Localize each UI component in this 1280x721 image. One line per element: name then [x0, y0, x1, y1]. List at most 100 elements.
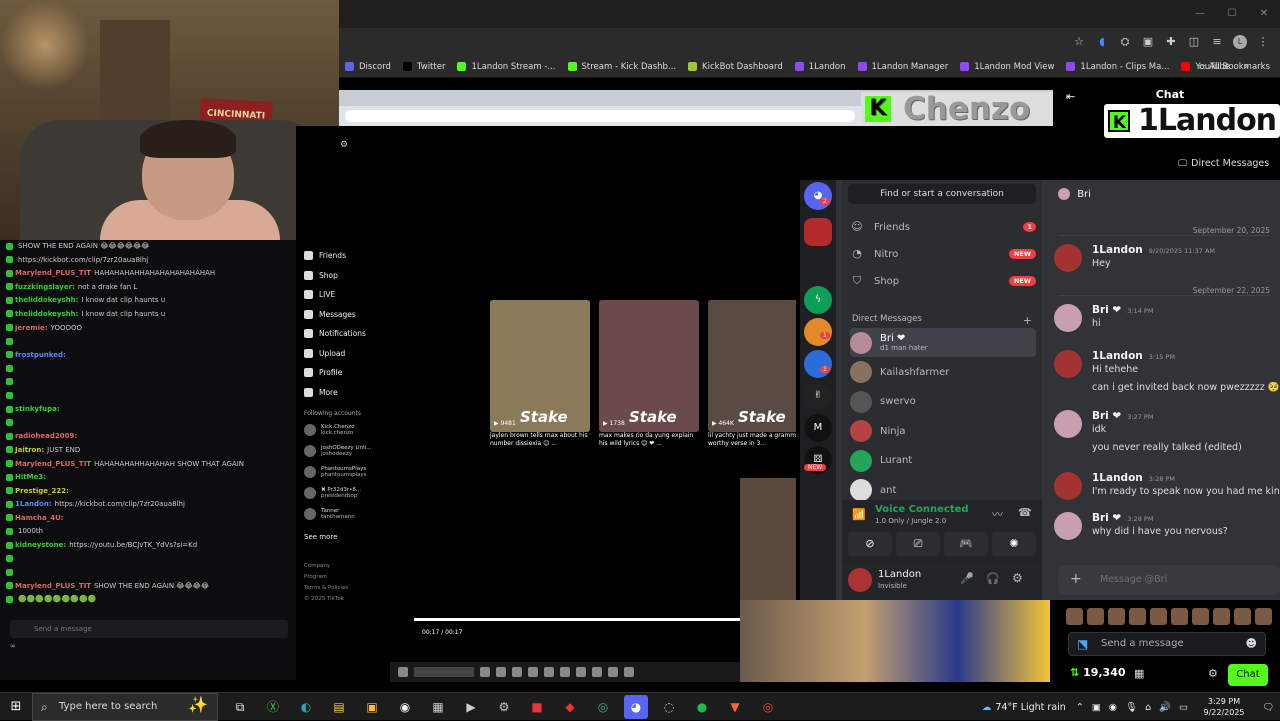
kick-send-message-input[interactable]: ⬔ Send a message ☻ — [1068, 632, 1266, 656]
dm-nav-shop[interactable]: ⛉ Shop NEW — [850, 268, 1036, 294]
voice-channel[interactable]: 1.0 Only / Jungle 2.0 — [875, 517, 946, 525]
dm-nav-friends[interactable]: ☺ Friends 1 — [850, 214, 1036, 240]
message-author[interactable]: Bri ❤ 3:14 PM — [1092, 304, 1153, 316]
calculator-icon[interactable]: ▦ — [426, 695, 450, 719]
message-avatar[interactable] — [1054, 512, 1082, 540]
app-icon[interactable]: ■ — [525, 695, 549, 719]
emote[interactable] — [1213, 607, 1230, 625]
attach-plus-icon[interactable]: + — [1070, 571, 1082, 587]
edge-icon[interactable]: ◐ — [294, 695, 318, 719]
tiktok-nav-upload[interactable]: Upload — [304, 344, 414, 364]
headphones-icon[interactable]: 🎧 — [986, 572, 1000, 585]
video-card[interactable]: Stake ▶ 464K lil yachty just made a grammy… — [708, 300, 796, 450]
mic-icon[interactable]: 🎤 — [960, 572, 974, 585]
following-account[interactable]: Kick.Chenzo kick.chenzo — [304, 424, 414, 445]
following-account[interactable]: JoshODeezy Unli... joshodeezy — [304, 445, 414, 466]
app-icon[interactable]: ▣ — [360, 695, 384, 719]
emote[interactable] — [1255, 607, 1272, 625]
tiktok-nav-shop[interactable]: Shop — [304, 266, 414, 286]
chat-settings-icon[interactable]: ⚙ — [1208, 667, 1218, 680]
stream-chat-input[interactable]: Send a message — [10, 620, 288, 638]
spotify-icon[interactable]: ● — [690, 695, 714, 719]
dm-item[interactable]: Ninja — [850, 417, 1036, 446]
extension-icon[interactable]: ▣ — [1141, 35, 1155, 49]
message-input[interactable]: Message @Bri — [1058, 565, 1280, 595]
video-thumbnail[interactable]: Stake ▶ 9481 — [490, 300, 590, 432]
video-card[interactable]: Stake ▶ 1738 max makes rio da yung explain… — [599, 300, 699, 450]
footer-link[interactable]: Terms & Policies — [304, 583, 414, 594]
copilot-sparkle-icon[interactable]: ✨ — [188, 695, 208, 714]
video-card[interactable]: Stake ▶ 9481 jaylen brown tells max about … — [490, 300, 590, 450]
activity-icon[interactable]: 🎮 — [944, 532, 988, 556]
clock[interactable]: 3:29 PM 9/22/2025 — [1192, 696, 1256, 718]
tiktok-nav-friends[interactable]: Friends — [304, 246, 414, 266]
dm-item[interactable]: Kailashfarmer — [850, 358, 1036, 387]
screen-share-icon[interactable]: ⎚ — [896, 532, 940, 556]
footer-link[interactable]: © 2025 TikTok — [304, 594, 414, 605]
message-author[interactable]: 1Landon 3:15 PM — [1092, 350, 1175, 362]
bookmark-item[interactable]: 1Landon Mod View — [960, 62, 1054, 72]
bookmark-item[interactable]: 1Landon - Clips Ma... — [1066, 62, 1169, 72]
dm-nav-nitro[interactable]: ◔ Nitro NEW — [850, 241, 1036, 267]
weather-label[interactable]: 74°F Light rain — [995, 702, 1065, 713]
bookmark-item[interactable]: KickBot Dashboard — [688, 62, 783, 72]
server-icon[interactable] — [804, 350, 832, 378]
footer-link[interactable]: Company — [304, 561, 414, 572]
message-author[interactable]: 1Landon 3:28 PM — [1092, 472, 1175, 484]
all-bookmarks-button[interactable]: ▭ All Bookmarks — [1199, 56, 1270, 78]
bookmark-item[interactable]: Twitter — [402, 62, 445, 72]
chrome-icon[interactable]: ◎ — [756, 695, 780, 719]
video-progress-bar[interactable] — [414, 618, 740, 621]
obs-icon[interactable]: ◉ — [393, 695, 417, 719]
message-author[interactable]: 1Landon 9/20/2025 11:37 AM — [1092, 244, 1215, 256]
bookmark-item[interactable]: 1Landon Manager — [857, 62, 948, 72]
notification-icon[interactable]: 🗨 — [1256, 702, 1280, 713]
message-avatar[interactable] — [1054, 472, 1082, 500]
server-icon[interactable]: ϟ — [804, 286, 832, 314]
network-icon[interactable]: ⌂ — [1145, 702, 1151, 713]
bookmark-item[interactable]: Stream - Kick Dashb... — [567, 62, 676, 72]
emote[interactable] — [1087, 607, 1104, 625]
following-account[interactable]: PhantoumsPlays phantoumsplays — [304, 466, 414, 487]
dm-item[interactable]: Lurant — [850, 446, 1036, 475]
chrome-icon[interactable]: ◎ — [591, 695, 615, 719]
emote[interactable] — [1129, 607, 1146, 625]
camera-off-icon[interactable]: ⊘ — [848, 532, 892, 556]
tiktok-nav-more[interactable]: More — [304, 383, 414, 403]
user-avatar[interactable] — [848, 568, 872, 592]
maximize-button[interactable]: ☐ — [1216, 0, 1248, 28]
mic-tray-icon[interactable]: 🎙 — [1125, 702, 1137, 713]
calendar-icon[interactable]: ▦ — [1134, 667, 1144, 680]
video-thumbnail[interactable]: Stake ▶ 464K — [708, 300, 796, 432]
windows-start-icon[interactable]: ⊞ — [0, 693, 32, 721]
following-account[interactable]: Tanner tanthamann — [304, 508, 414, 529]
message-author[interactable]: Bri ❤ 3:28 PM — [1092, 512, 1153, 524]
emote[interactable] — [1108, 607, 1125, 625]
tiktok-nav-notifications[interactable]: Notifications — [304, 324, 414, 344]
puzzle-icon[interactable]: ✚ — [1164, 35, 1178, 49]
tiktok-nav-profile[interactable]: Profile — [304, 363, 414, 383]
find-conversation-input[interactable]: Find or start a conversation — [848, 184, 1036, 204]
emote[interactable] — [1171, 607, 1188, 625]
chat-button[interactable]: Chat — [1228, 664, 1268, 686]
app-icon[interactable]: ◆ — [558, 695, 582, 719]
dm-item[interactable]: swervo — [850, 387, 1036, 416]
emote[interactable] — [1192, 607, 1209, 625]
following-account[interactable]: ✖ Pr32d3r•8... presidentbop — [304, 487, 414, 508]
user-settings-icon[interactable]: ⚙ — [1012, 571, 1023, 585]
tiktok-nav-messages[interactable]: Messages — [304, 305, 414, 325]
discord-home-icon[interactable]: ◕ — [804, 182, 832, 210]
emoji-icon[interactable]: ☻ — [1246, 633, 1257, 655]
star-icon[interactable]: ☆ — [1072, 35, 1086, 49]
bookmark-item[interactable]: Discord — [345, 62, 391, 72]
emote[interactable] — [1066, 607, 1083, 625]
tiktok-settings-icon[interactable]: ⚙ — [340, 140, 350, 150]
brave-icon[interactable]: ▼ — [723, 695, 747, 719]
add-dm-button[interactable]: + — [1023, 314, 1032, 327]
see-more-link[interactable]: See more — [304, 533, 414, 541]
emote[interactable] — [1234, 607, 1251, 625]
bookmark-item[interactable]: 1Landon — [794, 62, 846, 72]
media-icon[interactable]: ≡ — [1210, 35, 1224, 49]
split-view-icon[interactable]: ◫ — [1187, 35, 1201, 49]
settings-icon[interactable]: ⚙ — [492, 695, 516, 719]
